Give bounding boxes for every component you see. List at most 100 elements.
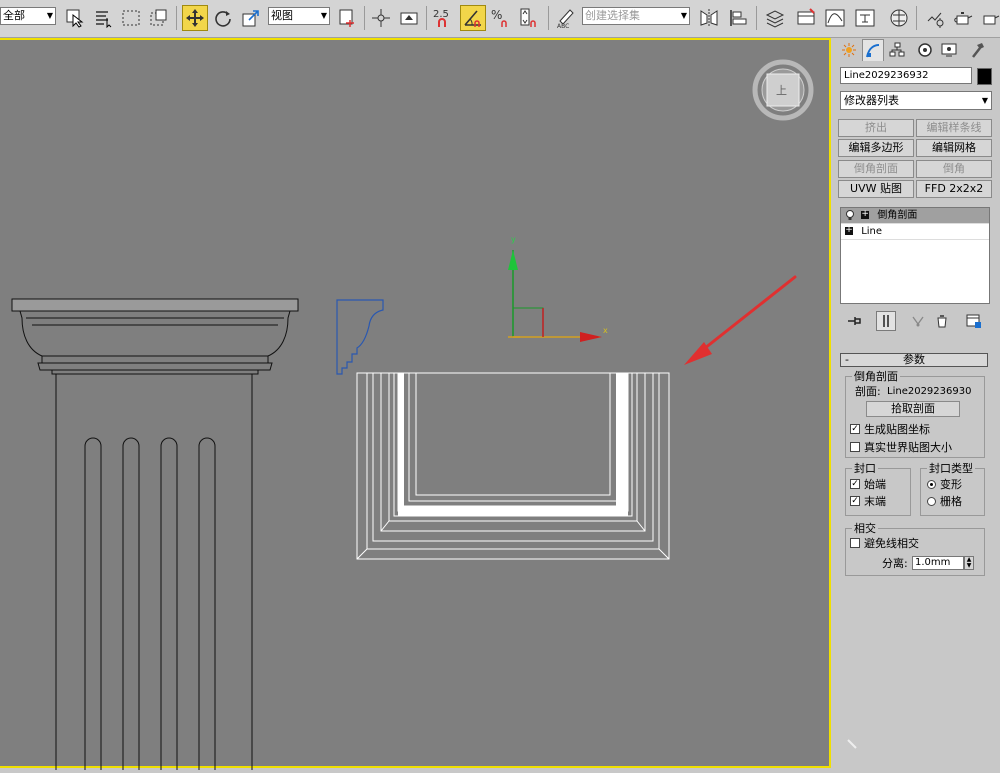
modifier-edit-poly-button[interactable]: 编辑多边形 [838, 139, 914, 157]
spinner-snap-button[interactable] [516, 5, 542, 31]
cap-type-grid-label: 栅格 [940, 495, 962, 508]
modifier-edit-mesh-button[interactable]: 编辑网格 [916, 139, 992, 157]
stack-item-bevel-profile[interactable]: 倒角剖面 [841, 207, 989, 224]
tab-utilities[interactable] [966, 39, 988, 61]
rect-selection-icon [122, 10, 140, 26]
cap-end-checkbox[interactable]: ✓ [850, 496, 860, 506]
rotate-button[interactable] [210, 5, 236, 31]
group-title: 相交 [852, 522, 878, 535]
separation-spinner-field[interactable]: 1.0mm [912, 556, 964, 570]
align-button[interactable] [726, 5, 752, 31]
material-editor-button[interactable] [886, 5, 912, 31]
render-frame-button[interactable] [950, 5, 976, 31]
svg-text:ABC: ABC [557, 23, 569, 29]
select-by-name-button[interactable] [90, 5, 116, 31]
cap-type-morph-label: 变形 [940, 478, 962, 491]
move-arrows-icon [186, 9, 204, 27]
graphite-tools-button[interactable] [794, 5, 820, 31]
remove-modifier-button[interactable] [932, 311, 952, 331]
separation-spinner-arrows[interactable]: ▲ ▼ [964, 556, 974, 570]
modifier-uvw-map-button[interactable]: UVW 贴图 [838, 180, 914, 198]
expand-icon[interactable] [861, 207, 870, 222]
stack-item-line[interactable]: Line [841, 223, 989, 240]
cap-type-morph-radio[interactable] [927, 480, 936, 489]
manipulate-icon [372, 9, 390, 27]
gizmo-x-label: x [603, 326, 608, 335]
column-object[interactable] [11, 298, 299, 770]
list-icon [96, 11, 112, 28]
select-manipulate-button[interactable] [368, 5, 394, 31]
pick-profile-button[interactable]: 拾取剖面 [866, 401, 960, 417]
viewcube[interactable]: 上 [752, 59, 814, 121]
modifier-edit-spline-button[interactable]: 编辑样条线 [916, 119, 992, 137]
make-unique-button[interactable] [908, 311, 928, 331]
tab-modify[interactable] [862, 39, 884, 61]
gen-map-coords-checkbox[interactable]: ✓ [850, 424, 860, 434]
pencil-abc-icon: ABC [557, 9, 574, 29]
real-world-map-checkbox[interactable] [850, 442, 860, 452]
transform-gizmo[interactable]: y x [508, 235, 608, 342]
avoid-intersect-checkbox[interactable] [850, 538, 860, 548]
window-crossing-button[interactable] [146, 5, 172, 31]
schematic-view-button[interactable] [852, 5, 878, 31]
top-viewport[interactable]: y x 上 [0, 38, 831, 770]
modifier-bevel-profile-button[interactable]: 倒角剖面 [838, 160, 914, 178]
tab-create[interactable] [838, 39, 860, 61]
layer-manager-button[interactable] [762, 5, 788, 31]
profile-spline[interactable] [336, 299, 384, 375]
named-selection-dropdown[interactable]: 创建选择集 ▼ [582, 7, 690, 25]
rect-selection-button[interactable] [118, 5, 144, 31]
modify-curve-icon [866, 43, 880, 57]
render-setup-button[interactable] [922, 5, 948, 31]
modifier-list-dropdown[interactable]: 修改器列表 ▼ [840, 91, 992, 110]
scale-button[interactable] [238, 5, 264, 31]
mirror-button[interactable] [696, 5, 722, 31]
parameters-rollout-header[interactable]: - 参数 [840, 353, 988, 367]
modifier-ffd-button[interactable]: FFD 2x2x2 [916, 180, 992, 198]
viewport-canvas[interactable]: y x 上 [0, 40, 831, 770]
select-object-button[interactable] [62, 5, 88, 31]
bevel-profile-object[interactable] [356, 372, 670, 560]
select-arrow-icon [66, 9, 84, 28]
modifier-stack[interactable]: 倒角剖面 Line [840, 207, 990, 304]
move-button[interactable] [182, 5, 208, 31]
angle-snap-button[interactable] [460, 5, 486, 31]
toolbar-separator [916, 6, 917, 30]
profile-label: 剖面: [855, 385, 881, 398]
tab-display[interactable] [938, 39, 960, 61]
cap-start-checkbox[interactable]: ✓ [850, 479, 860, 489]
motion-icon [918, 43, 932, 57]
render-setup-icon [927, 12, 944, 28]
use-pivot-center-button[interactable] [334, 5, 360, 31]
stack-item-label: 倒角剖面 [877, 210, 918, 221]
tab-hierarchy[interactable] [886, 39, 908, 61]
object-color-swatch[interactable] [977, 68, 992, 85]
percent-snap-button[interactable]: % [488, 5, 514, 31]
keyboard-shortcut-button[interactable] [396, 5, 422, 31]
pin-stack-button[interactable] [844, 311, 864, 331]
profile-value: Line2029236930 [887, 386, 972, 397]
expand-icon[interactable] [845, 223, 853, 238]
chevron-down-icon: ▼ [680, 11, 687, 20]
reference-coord-dropdown[interactable]: 视图 ▼ [268, 7, 330, 25]
command-panel-tabs [836, 38, 1000, 64]
snap-toggle-button[interactable]: 2.5 [430, 5, 456, 31]
command-panel: Line2029236932 修改器列表 ▼ 挤出 编辑样条线 编辑多边形 编辑… [836, 38, 1000, 773]
trash-icon [937, 315, 947, 328]
percent-snap-label: % [491, 8, 502, 22]
chevron-down-icon: ▼ [46, 11, 53, 20]
configure-modifier-sets-button[interactable] [964, 311, 984, 331]
render-button[interactable] [978, 5, 1000, 31]
edit-named-selection-button[interactable]: ABC [554, 5, 580, 31]
viewcube-face-label: 上 [776, 84, 787, 97]
show-end-result-button[interactable] [876, 311, 896, 331]
tab-motion[interactable] [914, 39, 936, 61]
cap-type-grid-radio[interactable] [927, 497, 936, 506]
curve-editor-button[interactable] [822, 5, 848, 31]
selection-filter-dropdown[interactable]: 全部 ▼ [0, 7, 56, 25]
object-name-field[interactable]: Line2029236932 [840, 67, 972, 84]
modifier-extrude-button[interactable]: 挤出 [838, 119, 914, 137]
modifier-bevel-button[interactable]: 倒角 [916, 160, 992, 178]
gizmo-y-label: y [511, 235, 516, 244]
stack-toolbar [836, 309, 1000, 333]
